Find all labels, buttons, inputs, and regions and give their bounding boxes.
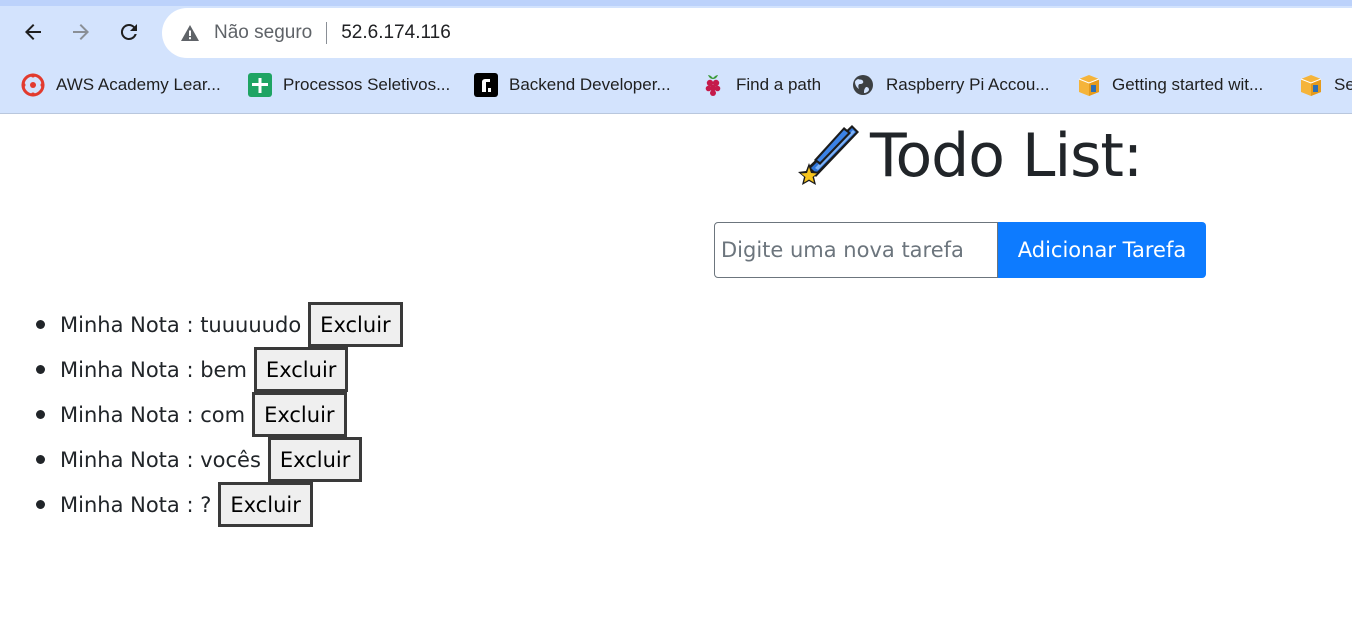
browser-chrome: Não seguro 52.6.174.116 AWS Academy Lear… [0,0,1352,114]
reload-icon [120,23,137,40]
todo-text: Minha Nota : ? [60,492,212,517]
list-item: Minha Nota : com Excluir [36,392,403,437]
list-item: Minha Nota : vocês Excluir [36,437,403,482]
bookmark-getting-started[interactable]: Getting started wit... [1076,72,1263,98]
globe-icon [850,72,876,98]
bookmark-label: Getting started wit... [1112,75,1264,94]
delete-button[interactable]: Excluir [267,437,363,482]
todo-text: Minha Nota : tuuuuudo [60,312,302,337]
bookmark-label: Backend Developer... [509,75,671,94]
shooting-star-icon [798,125,859,185]
back-button[interactable] [15,14,51,50]
bookmark-label: AWS Academy Lear... [56,75,221,94]
box-icon [1076,72,1102,98]
raspberry-icon [700,72,726,98]
bookmark-se[interactable]: Se [1298,72,1352,98]
bullet-icon [36,500,45,509]
warning-icon [180,23,200,43]
new-task-input[interactable] [714,222,998,278]
list-item: Minha Nota : bem Excluir [36,347,403,392]
page-title: Todo List: [870,121,1143,191]
address-bar[interactable]: Não seguro 52.6.174.116 [162,8,1352,58]
todo-list: Minha Nota : tuuuuudo Excluir Minha Nota… [36,302,403,527]
add-task-button[interactable]: Adicionar Tarefa [998,222,1206,278]
bookmark-find-a-path[interactable]: Find a path [700,72,821,98]
arrow-left-icon [25,24,41,40]
list-item: Minha Nota : tuuuuudo Excluir [36,302,403,347]
list-item: Minha Nota : ? Excluir [36,482,403,527]
bookmark-backend-developer[interactable]: Backend Developer... [473,72,671,98]
todo-text: Minha Nota : vocês [60,447,261,472]
bookmark-processos-seletivos[interactable]: Processos Seletivos... [247,72,450,98]
reload-button[interactable] [111,14,147,50]
window-top-bar [0,0,1352,6]
canvas-icon [20,72,46,98]
title-row: Todo List: [796,118,1143,194]
bookmark-label: Processos Seletivos... [283,75,451,94]
bookmarks-bar: AWS Academy Lear... Processos Seletivos.… [0,66,1352,104]
todo-text: Minha Nota : bem [60,357,247,382]
bookmark-label: Raspberry Pi Accou... [886,75,1050,94]
green-sheet-icon [247,72,273,98]
delete-button[interactable]: Excluir [253,347,349,392]
delete-button[interactable]: Excluir [218,482,313,527]
delete-button[interactable]: Excluir [252,392,347,437]
box-icon [1298,72,1324,98]
url-text[interactable]: 52.6.174.116 [341,22,451,44]
bookmark-label: Se [1334,75,1352,94]
forward-button[interactable] [63,14,99,50]
bullet-icon [36,410,45,419]
arrow-right-icon [73,24,89,40]
bookmark-raspberry-pi-account[interactable]: Raspberry Pi Accou... [850,72,1049,98]
roadmap-icon [473,72,499,98]
bookmark-aws-academy[interactable]: AWS Academy Lear... [20,72,221,98]
bullet-icon [36,455,45,464]
todo-text: Minha Nota : com [60,402,246,427]
bullet-icon [36,365,45,374]
bullet-icon [36,320,45,329]
delete-button[interactable]: Excluir [308,302,403,347]
security-label[interactable]: Não seguro [214,22,312,44]
bookmark-label: Find a path [736,75,822,94]
address-separator [326,22,328,44]
